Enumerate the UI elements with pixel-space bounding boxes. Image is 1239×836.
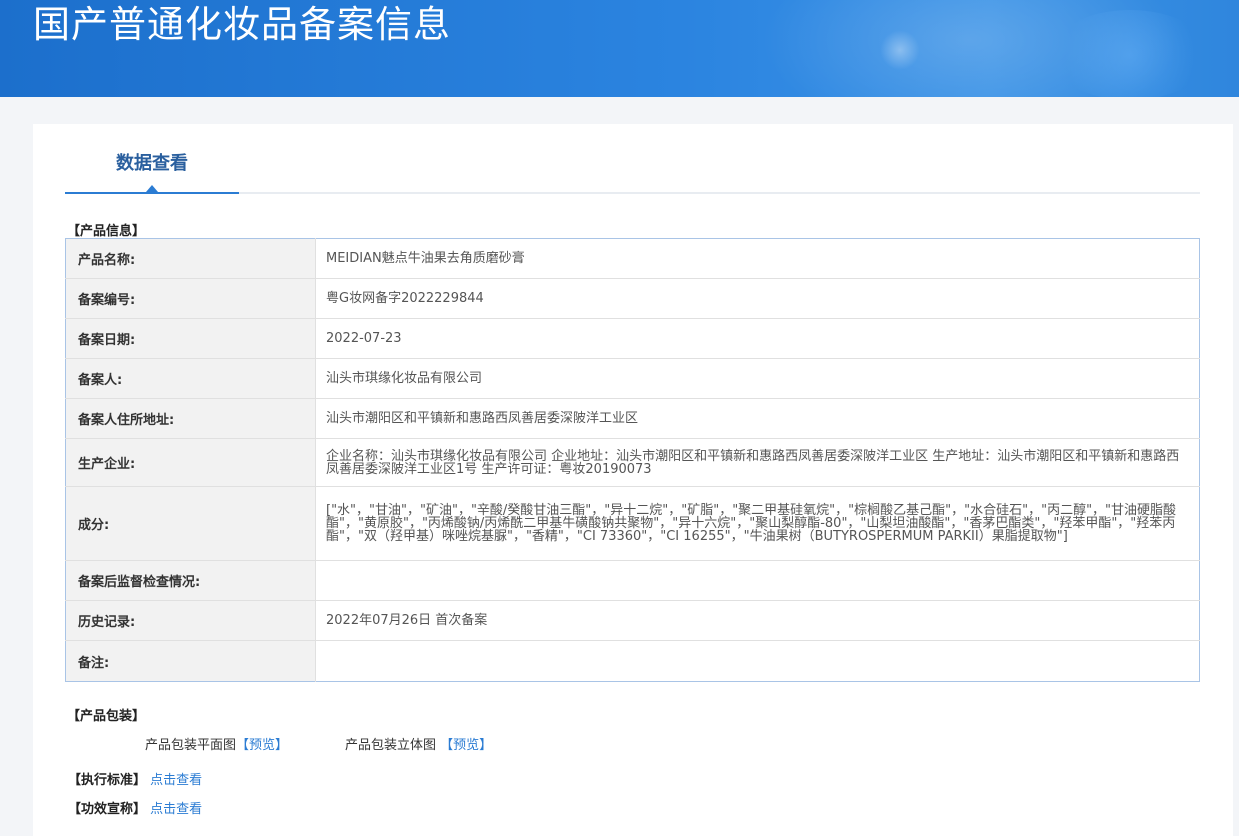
row-label: 生产企业: [65,438,316,487]
row-value: 企业名称：汕头市琪缘化妆品有限公司 企业地址：汕头市潮阳区和平镇新和惠路西凤善居… [315,438,1200,487]
row-label: 备案人: [65,358,316,399]
row-label: 成分: [65,486,316,561]
row-label: 备案人住所地址: [65,398,316,439]
product-info-table: 产品名称: MEIDIAN魅点牛油果去角质磨砂膏 备案编号: 粤G妆网备字202… [65,238,1200,682]
row-label: 备注: [65,640,316,682]
section-title-packaging: 【产品包装】 [67,709,146,724]
tab-data-view[interactable]: 数据查看 [65,124,239,194]
row-value: ["水"，"甘油"，"矿油"，"辛酸/癸酸甘油三酯"，"异十二烷"，"矿脂"，"… [315,486,1200,561]
row-value: 2022-07-23 [315,318,1200,359]
package-3d-preview-link[interactable]: 【预览】 [440,738,492,753]
row-label: 备案编号: [65,278,316,319]
standard-row: 【执行标准】 点击查看 [68,769,202,788]
table-row: 成分: ["水"，"甘油"，"矿油"，"辛酸/癸酸甘油三酯"，"异十二烷"，"矿… [65,486,1200,561]
efficacy-label: 【功效宣称】 [68,802,147,817]
row-value [315,560,1200,601]
table-row: 历史记录: 2022年07月26日 首次备案 [65,600,1200,641]
row-value: 粤G妆网备字2022229844 [315,278,1200,319]
package-3d-item: 产品包装立体图 【预览】 [345,734,492,753]
table-row: 备案人: 汕头市琪缘化妆品有限公司 [65,358,1200,399]
banner-decoration [1050,10,1210,97]
row-value [315,640,1200,682]
package-3d-label: 产品包装立体图 [345,738,437,753]
table-row: 备案日期: 2022-07-23 [65,318,1200,359]
package-flat-item: 产品包装平面图【预览】 [145,734,288,753]
standard-label: 【执行标准】 [68,773,147,788]
row-label: 历史记录: [65,600,316,641]
banner-decoration [880,30,920,70]
efficacy-view-link[interactable]: 点击查看 [150,802,202,817]
standard-view-link[interactable]: 点击查看 [150,773,202,788]
package-flat-label: 产品包装平面图 [145,738,237,753]
tab-active-indicator [146,185,158,192]
table-row: 备注: [65,640,1200,682]
row-value: 汕头市琪缘化妆品有限公司 [315,358,1200,399]
table-row: 备案人住所地址: 汕头市潮阳区和平镇新和惠路西凤善居委深陂洋工业区 [65,398,1200,439]
content-panel: 数据查看 【产品信息】 产品名称: MEIDIAN魅点牛油果去角质磨砂膏 备案编… [33,124,1233,836]
section-title-product-info: 【产品信息】 [67,224,146,239]
table-row: 产品名称: MEIDIAN魅点牛油果去角质磨砂膏 [65,238,1200,279]
row-label: 备案后监督检查情况: [65,560,316,601]
row-value: 2022年07月26日 首次备案 [315,600,1200,641]
row-label: 产品名称: [65,238,316,279]
table-row: 备案后监督检查情况: [65,560,1200,601]
efficacy-row: 【功效宣称】 点击查看 [68,798,202,817]
row-label: 备案日期: [65,318,316,359]
row-value: 汕头市潮阳区和平镇新和惠路西凤善居委深陂洋工业区 [315,398,1200,439]
page-title: 国产普通化妆品备案信息 [33,3,451,46]
table-row: 备案编号: 粤G妆网备字2022229844 [65,278,1200,319]
table-row: 生产企业: 企业名称：汕头市琪缘化妆品有限公司 企业地址：汕头市潮阳区和平镇新和… [65,438,1200,487]
tab-bar: 数据查看 [65,124,1200,194]
header-banner: 国产普通化妆品备案信息 [0,0,1239,97]
row-value: MEIDIAN魅点牛油果去角质磨砂膏 [326,251,525,266]
package-flat-preview-link[interactable]: 【预览】 [236,738,288,753]
